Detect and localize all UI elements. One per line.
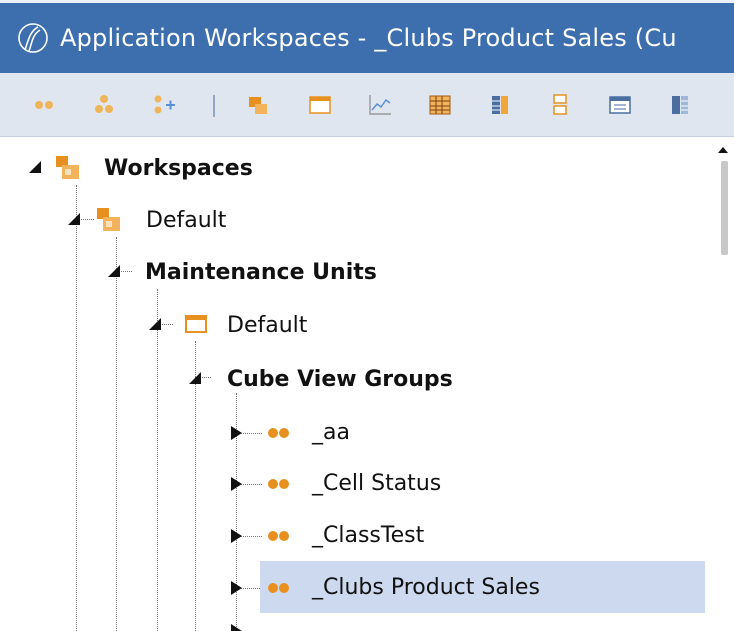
- tree-node-group[interactable]: _Cell Status: [312, 471, 441, 497]
- line-chart-icon[interactable]: [366, 91, 394, 119]
- title-bar: Application Workspaces - _Clubs Product …: [0, 0, 734, 73]
- collapse-arrow-icon[interactable]: [28, 159, 44, 175]
- scroll-up-arrow-icon[interactable]: [712, 143, 734, 157]
- tree-node-cube-view-groups[interactable]: Cube View Groups: [227, 367, 453, 393]
- expand-arrow-icon[interactable]: [228, 580, 244, 596]
- tree-connector: [157, 289, 158, 631]
- tree-connector: [76, 185, 77, 631]
- add-dots-icon[interactable]: [150, 91, 178, 119]
- grid-icon[interactable]: [426, 91, 454, 119]
- window-title: Application Workspaces - _Clubs Product …: [60, 24, 677, 52]
- tree-node-group[interactable]: _ClassTest: [312, 523, 424, 549]
- cluster-icon[interactable]: [90, 91, 118, 119]
- cube-view-group-icon: [268, 428, 289, 438]
- toolbar-separator: [213, 95, 215, 117]
- cube-view-group-icon: [268, 479, 289, 489]
- workspace-folder-icon[interactable]: [246, 91, 274, 119]
- vertical-scrollbar[interactable]: [712, 137, 734, 631]
- tree-node-group-selected[interactable]: _Clubs Product Sales: [312, 575, 540, 601]
- maintenance-unit-icon: [185, 315, 207, 333]
- collapse-arrow-icon[interactable]: [148, 316, 164, 332]
- expand-arrow-icon[interactable]: [228, 623, 244, 631]
- tree-connector: [116, 237, 117, 631]
- expand-arrow-icon[interactable]: [228, 528, 244, 544]
- tree-node-default-workspace[interactable]: Default: [146, 208, 226, 234]
- tree-node-default-unit[interactable]: Default: [227, 313, 307, 339]
- toolbar: [0, 73, 734, 137]
- tree-node-maintenance-units[interactable]: Maintenance Units: [145, 260, 377, 286]
- workspace-tree: Workspaces Default Maintenance Units Def…: [0, 137, 712, 631]
- collapse-arrow-icon[interactable]: [188, 370, 204, 386]
- table-columns-icon[interactable]: [486, 91, 514, 119]
- app-logo-icon: [18, 23, 48, 53]
- list-icon[interactable]: [546, 91, 574, 119]
- scroll-thumb[interactable]: [721, 161, 728, 255]
- workspace-icon: [97, 208, 120, 231]
- expand-arrow-icon[interactable]: [228, 425, 244, 441]
- calendar-icon[interactable]: [306, 91, 334, 119]
- tree-node-workspaces[interactable]: Workspaces: [104, 156, 253, 182]
- cube-view-group-icon: [268, 531, 289, 541]
- cube-view-group-icon: [268, 583, 289, 593]
- tree-node-group[interactable]: _aa: [312, 420, 350, 446]
- window-icon[interactable]: [606, 91, 634, 119]
- column-split-icon[interactable]: [666, 91, 694, 119]
- workspaces-icon: [56, 156, 79, 179]
- collapse-arrow-icon[interactable]: [107, 263, 123, 279]
- dots-icon[interactable]: [30, 91, 58, 119]
- expand-arrow-icon[interactable]: [228, 476, 244, 492]
- collapse-arrow-icon[interactable]: [67, 211, 83, 227]
